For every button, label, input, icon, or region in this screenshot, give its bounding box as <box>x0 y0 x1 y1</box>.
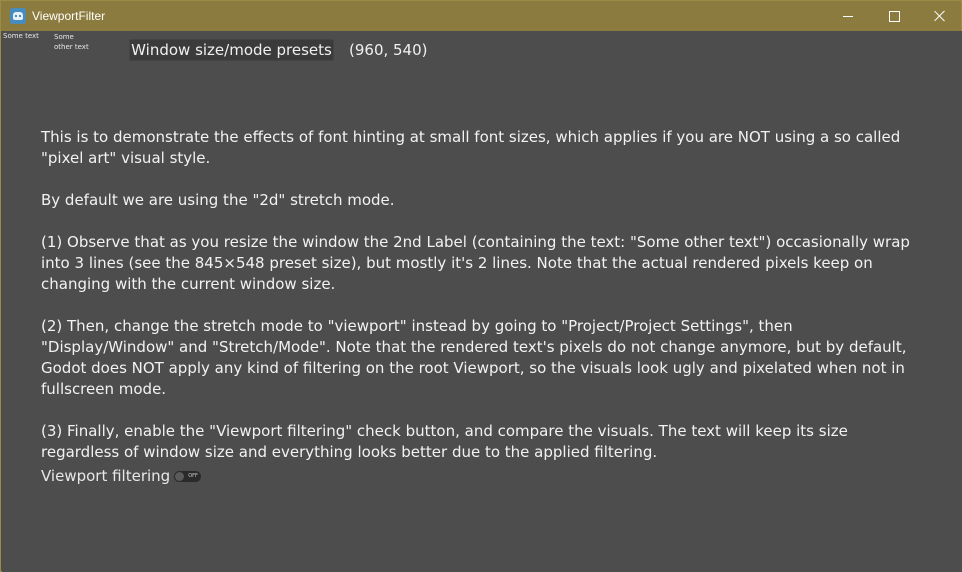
window-presets-button[interactable]: Window size/mode presets <box>129 39 334 61</box>
toggle-state-text: OFF <box>188 472 198 479</box>
viewport-filtering-label: Viewport filtering <box>41 467 171 485</box>
description-text: This is to demonstrate the effects of fo… <box>41 127 926 484</box>
description-paragraph: By default we are using the "2d" stretch… <box>41 191 395 209</box>
close-button[interactable] <box>917 1 962 31</box>
app-window: ViewportFilter Some text Some other text… <box>0 0 962 572</box>
viewport-filtering-toggle[interactable]: OFF <box>174 470 202 482</box>
viewport-content: Some text Some other text Window size/mo… <box>2 31 962 572</box>
viewport-filtering-check-button[interactable]: Viewport filtering OFF <box>41 465 202 487</box>
maximize-icon <box>888 10 900 22</box>
minimize-icon <box>843 15 853 17</box>
godot-icon <box>10 8 26 24</box>
description-paragraph: (3) Finally, enable the "Viewport filter… <box>41 422 848 461</box>
maximize-button[interactable] <box>871 1 917 31</box>
title-bar[interactable]: ViewportFilter <box>1 1 961 31</box>
window-title: ViewportFilter <box>32 9 106 23</box>
window-size-readout: (960, 540) <box>349 41 428 59</box>
small-label-2: Some other text <box>54 33 89 51</box>
small-label-1: Some text <box>3 32 39 40</box>
close-icon <box>934 10 946 22</box>
description-paragraph: This is to demonstrate the effects of fo… <box>41 128 901 167</box>
description-paragraph: (1) Observe that as you resize the windo… <box>41 233 910 293</box>
toggle-knob <box>175 471 185 481</box>
description-paragraph: (2) Then, change the stretch mode to "vi… <box>41 317 907 398</box>
minimize-button[interactable] <box>825 1 871 31</box>
